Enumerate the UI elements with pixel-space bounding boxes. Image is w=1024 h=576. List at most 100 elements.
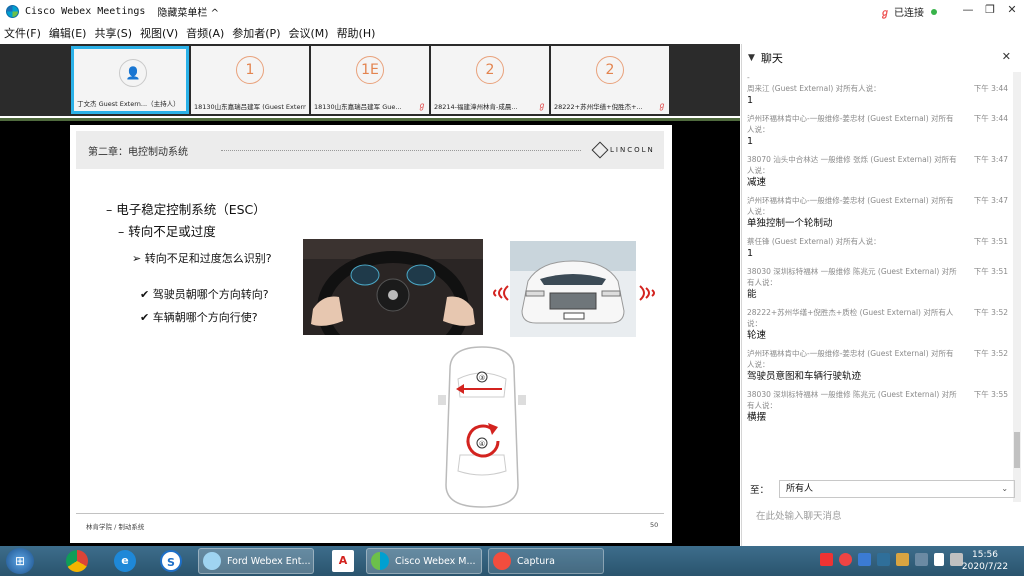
muted-mic-icon: ℊ bbox=[658, 101, 666, 110]
participant-tile[interactable]: 2 28222+苏州华缮+倪胜杰+... ℊ bbox=[551, 46, 669, 114]
pdf-icon[interactable]: A bbox=[332, 550, 354, 572]
clock-time: 15:56 bbox=[972, 550, 998, 560]
start-button[interactable]: ⊞ bbox=[6, 548, 34, 574]
scrollbar-thumb[interactable] bbox=[1014, 432, 1020, 468]
sogou-icon[interactable]: S bbox=[160, 550, 182, 572]
slide-header: 第二章：电控制动系统 LINCOLN bbox=[76, 131, 664, 169]
menu-meeting[interactable]: 会议(M) bbox=[288, 25, 328, 41]
wave-left-icon bbox=[493, 285, 509, 301]
recipient-value: 所有人 bbox=[786, 484, 814, 494]
chat-header: ▼ 聊天 ✕ bbox=[742, 44, 1024, 72]
participant-avatar: 2 bbox=[476, 56, 504, 84]
message-sender: 28222+苏州华缮+倪胜杰+质检 (Guest External) 对所有人说… bbox=[747, 308, 954, 328]
taskbar-item-cisco-webex[interactable]: Cisco Webex M... bbox=[366, 548, 482, 574]
tray-security-icon[interactable] bbox=[877, 553, 890, 566]
ford-webex-icon bbox=[203, 552, 221, 570]
menu-share[interactable]: 共享(S) bbox=[94, 25, 132, 41]
recipient-label: 至： bbox=[750, 485, 770, 496]
chat-message: 泸州环福林肯中心-一般维修-姜忠材 (Guest External) 对所有人说… bbox=[742, 195, 1012, 236]
tray-s-icon[interactable] bbox=[820, 553, 833, 566]
chapter-title: 第二章：电控制动系统 bbox=[88, 147, 188, 158]
participant-name: 28214-福建漳州林肯-成晨... bbox=[434, 103, 518, 111]
connection-icon: ℊ bbox=[880, 8, 890, 19]
ie-icon[interactable]: e bbox=[114, 550, 136, 572]
message-time: 下午 3:51 bbox=[973, 267, 1008, 276]
title-bar: Cisco Webex Meetings 隐藏菜单栏 ^ ℊ 已连接 — ❐ ✕ bbox=[0, 0, 1024, 22]
participant-tile[interactable]: 2 28214-福建漳州林肯-成晨... ℊ bbox=[431, 46, 549, 114]
clock-date: 2020/7/22 bbox=[961, 562, 1009, 572]
message-text: 1 bbox=[747, 248, 754, 259]
menu-audio[interactable]: 音频(A) bbox=[186, 25, 224, 41]
menu-edit[interactable]: 编辑(E) bbox=[49, 25, 87, 41]
message-text: 能 bbox=[747, 289, 757, 300]
minimize-button[interactable]: — bbox=[958, 2, 978, 18]
message-sender: - bbox=[747, 73, 750, 82]
system-tray bbox=[820, 553, 963, 566]
bullet-esc: – 电子稳定控制系统（ESC） bbox=[106, 202, 266, 217]
chat-message: - bbox=[742, 72, 1012, 83]
chat-input[interactable]: 在此处输入聊天消息 bbox=[756, 508, 842, 522]
participant-name: 18130山东嘉瑞吕建军 Gue... bbox=[314, 103, 402, 111]
tray-shield-icon[interactable] bbox=[858, 553, 871, 566]
chat-message: 38030 深圳标特福林 一般维修 陈兆元 (Guest External) 对… bbox=[742, 389, 1012, 430]
message-text: 轮速 bbox=[747, 330, 767, 341]
tray-app-icon[interactable] bbox=[896, 553, 909, 566]
participant-avatar: 1E bbox=[356, 56, 384, 84]
participant-name: 丁文杰 Guest Extern...（主持人） bbox=[77, 100, 180, 108]
tray-signal-icon[interactable] bbox=[934, 553, 944, 566]
chat-message: 38030 深圳标特福林 一般维修 陈兆元 (Guest External) 对… bbox=[742, 266, 1012, 307]
close-window-button[interactable]: ✕ bbox=[1002, 2, 1022, 18]
chat-message-list[interactable]: - 周来江 (Guest External) 对所有人说： 下午 3:44 1 泸… bbox=[742, 72, 1012, 500]
webex-icon bbox=[371, 552, 389, 570]
message-time: 下午 3:52 bbox=[973, 349, 1008, 358]
menu-view[interactable]: 视图(V) bbox=[140, 25, 178, 41]
chat-panel: ▼ 聊天 ✕ - 周来江 (Guest External) 对所有人说： 下午 3… bbox=[741, 44, 1024, 546]
participant-tile[interactable]: 👤 丁文杰 Guest Extern...（主持人） bbox=[71, 46, 189, 114]
chat-message: 28222+苏州华缮+倪胜杰+质检 (Guest External) 对所有人说… bbox=[742, 307, 1012, 348]
car-front-photo bbox=[510, 241, 636, 337]
bullet-under-over-steer: – 转向不足或过度 bbox=[118, 224, 216, 239]
participant-tile[interactable]: 1E 18130山东嘉瑞吕建军 Gue... ℊ bbox=[311, 46, 429, 114]
close-icon[interactable]: ✕ bbox=[1002, 50, 1011, 63]
message-time: 下午 3:55 bbox=[973, 390, 1008, 399]
chevron-down-icon[interactable]: ▼ bbox=[748, 53, 755, 63]
message-sender: 蔡任锋 (Guest External) 对所有人说： bbox=[747, 237, 881, 246]
bullet-identify: ➢ 转向不足和过度怎么识别? bbox=[132, 252, 272, 265]
tray-record-icon[interactable] bbox=[839, 553, 852, 566]
chat-scrollbar[interactable] bbox=[1013, 72, 1021, 502]
wave-right-icon bbox=[639, 285, 655, 301]
menu-participants[interactable]: 参加者(P) bbox=[232, 25, 280, 41]
chat-message: 38070 汕头中合林达 一般维修 张烁 (Guest External) 对所… bbox=[742, 154, 1012, 195]
menu-help[interactable]: 帮助(H) bbox=[337, 25, 376, 41]
user-avatar-icon: 👤 bbox=[119, 59, 147, 87]
message-time: 下午 3:44 bbox=[973, 84, 1008, 93]
message-sender: 38030 深圳标特福林 一般维修 陈兆元 (Guest External) 对… bbox=[747, 390, 957, 410]
diagram-label-3: ③ bbox=[479, 374, 485, 382]
slide-page-number: 50 bbox=[650, 521, 659, 529]
lincoln-logo: LINCOLN bbox=[591, 141, 655, 159]
chrome-icon[interactable] bbox=[66, 550, 88, 572]
message-text: 减速 bbox=[747, 177, 767, 188]
webex-logo-icon bbox=[6, 4, 19, 18]
participant-avatar: 2 bbox=[596, 56, 624, 84]
chat-message: 泸州环福林肯中心-一般维修-姜忠材 (Guest External) 对所有人说… bbox=[742, 113, 1012, 154]
connection-status[interactable]: ℊ 已连接 bbox=[880, 4, 937, 19]
recipient-select[interactable]: 所有人 ⌄ bbox=[779, 480, 1016, 498]
app-title: Cisco Webex Meetings bbox=[25, 5, 146, 17]
tray-keyboard-icon[interactable] bbox=[915, 553, 928, 566]
message-sender: 周来江 (Guest External) 对所有人说： bbox=[747, 84, 881, 93]
message-sender: 泸州环福林肯中心-一般维修-姜忠材 (Guest External) 对所有人说… bbox=[747, 114, 954, 134]
menu-file[interactable]: 文件(F) bbox=[4, 25, 41, 41]
connected-dot-icon bbox=[931, 8, 937, 15]
system-clock[interactable]: 15:56 2020/7/22 bbox=[955, 549, 1015, 573]
taskbar-item-ford-webex[interactable]: Ford Webex Ent... bbox=[198, 548, 314, 574]
chat-message: 蔡任锋 (Guest External) 对所有人说： 下午 3:51 1 bbox=[742, 236, 1012, 266]
participant-strip: 👤 丁文杰 Guest Extern...（主持人） 1 18130山东嘉瑞吕建… bbox=[0, 44, 740, 116]
restore-button[interactable]: ❐ bbox=[980, 2, 1000, 18]
participant-tile[interactable]: 1 18130山东嘉瑞吕建军 (Guest External) bbox=[191, 46, 309, 114]
message-time: 下午 3:44 bbox=[973, 114, 1008, 123]
taskbar-item-captura[interactable]: Captura bbox=[488, 548, 604, 574]
message-time: 下午 3:47 bbox=[973, 155, 1008, 164]
chat-message: 周来江 (Guest External) 对所有人说： 下午 3:44 1 bbox=[742, 83, 1012, 113]
hide-menu-toggle[interactable]: 隐藏菜单栏 ^ bbox=[157, 4, 219, 19]
